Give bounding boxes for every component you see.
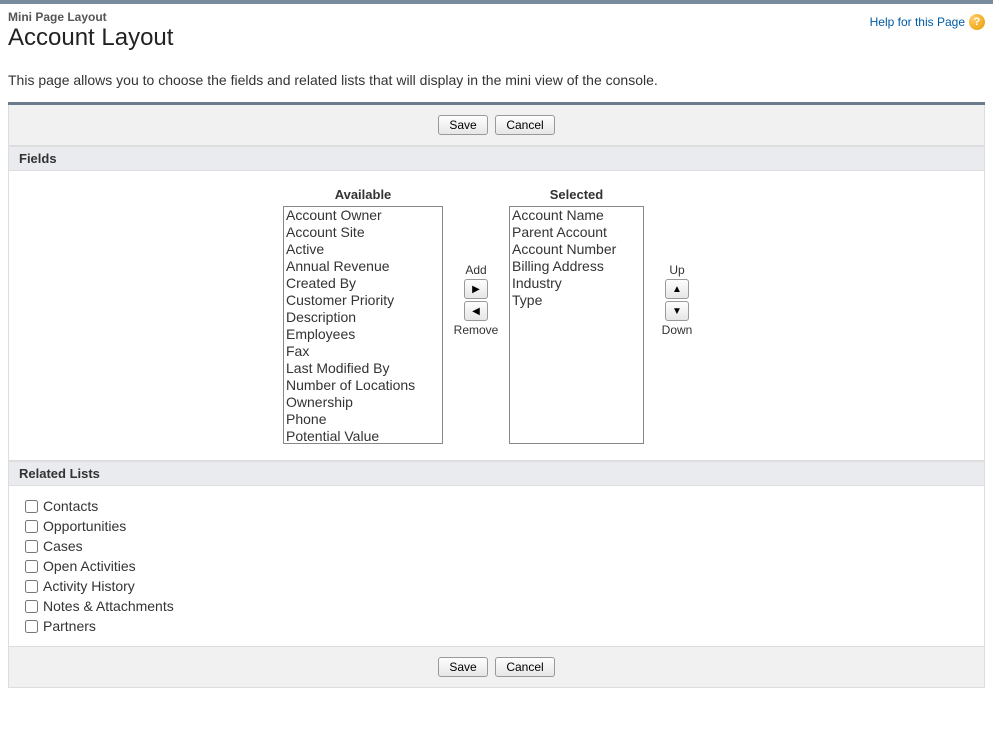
list-item[interactable]: Parent Account [510, 224, 643, 241]
list-item[interactable]: Account Owner [284, 207, 442, 224]
arrow-left-icon: ◀ [472, 306, 480, 317]
list-item[interactable]: Account Name [510, 207, 643, 224]
page-description: This page allows you to choose the field… [8, 72, 985, 88]
related-list-label: Cases [43, 538, 83, 554]
add-remove-controls: Add ▶ ◀ Remove [443, 187, 509, 339]
list-item[interactable]: Annual Revenue [284, 258, 442, 275]
related-list-item: Open Activities [25, 558, 968, 574]
list-item[interactable]: Description [284, 309, 442, 326]
fields-section-body: Available Account OwnerAccount SiteActiv… [8, 171, 985, 461]
add-label: Add [465, 263, 486, 277]
selected-label: Selected [550, 187, 603, 202]
related-list-checkbox[interactable] [25, 520, 38, 533]
selected-listbox[interactable]: Account NameParent AccountAccount Number… [509, 206, 644, 444]
add-button[interactable]: ▶ [464, 279, 488, 299]
related-list-checkbox[interactable] [25, 620, 38, 633]
related-list-label: Open Activities [43, 558, 136, 574]
available-column: Available Account OwnerAccount SiteActiv… [283, 187, 443, 444]
list-item[interactable]: Billing Address [510, 258, 643, 275]
save-button[interactable]: Save [438, 115, 487, 135]
move-down-button[interactable]: ▼ [665, 301, 689, 321]
list-item[interactable]: Account Number [510, 241, 643, 258]
related-list-item: Notes & Attachments [25, 598, 968, 614]
related-list-label: Activity History [43, 578, 135, 594]
help-link-label: Help for this Page [870, 15, 965, 29]
remove-button[interactable]: ◀ [464, 301, 488, 321]
list-item[interactable]: Ownership [284, 394, 442, 411]
related-list-label: Partners [43, 618, 96, 634]
cancel-button-bottom[interactable]: Cancel [495, 657, 554, 677]
list-item[interactable]: Fax [284, 343, 442, 360]
arrow-right-icon: ▶ [472, 284, 480, 295]
list-item[interactable]: Potential Value [284, 428, 442, 444]
available-label: Available [335, 187, 392, 202]
move-up-button[interactable]: ▲ [665, 279, 689, 299]
related-list-item: Opportunities [25, 518, 968, 534]
bottom-button-bar: Save Cancel [8, 647, 985, 688]
related-list-checkbox[interactable] [25, 560, 38, 573]
list-item[interactable]: Industry [510, 275, 643, 292]
related-list-item: Partners [25, 618, 968, 634]
related-list-label: Contacts [43, 498, 98, 514]
selected-column: Selected Account NameParent AccountAccou… [509, 187, 644, 444]
help-for-this-page-link[interactable]: Help for this Page ? [870, 14, 985, 30]
related-list-checkbox[interactable] [25, 600, 38, 613]
available-listbox[interactable]: Account OwnerAccount SiteActiveAnnual Re… [283, 206, 443, 444]
related-list-item: Cases [25, 538, 968, 554]
list-item[interactable]: Account Site [284, 224, 442, 241]
related-list-checkbox[interactable] [25, 580, 38, 593]
page-container: Mini Page Layout Account Layout Help for… [0, 4, 993, 698]
arrow-up-icon: ▲ [672, 284, 682, 295]
related-list-item: Contacts [25, 498, 968, 514]
related-list-checkbox[interactable] [25, 540, 38, 553]
related-lists-section-body: Contacts Opportunities Cases Open Activitie… [8, 486, 985, 647]
related-list-checkbox[interactable] [25, 500, 38, 513]
related-list-label: Opportunities [43, 518, 126, 534]
header-row: Mini Page Layout Account Layout Help for… [8, 10, 985, 64]
list-item[interactable]: Employees [284, 326, 442, 343]
list-item[interactable]: Phone [284, 411, 442, 428]
list-item[interactable]: Last Modified By [284, 360, 442, 377]
list-item[interactable]: Created By [284, 275, 442, 292]
related-list-item: Activity History [25, 578, 968, 594]
up-label: Up [669, 263, 684, 277]
list-item[interactable]: Number of Locations [284, 377, 442, 394]
main-panel: Save Cancel Fields Available Account Own… [8, 102, 985, 688]
list-item[interactable]: Customer Priority [284, 292, 442, 309]
list-item[interactable]: Type [510, 292, 643, 309]
remove-label: Remove [454, 323, 499, 337]
top-button-bar: Save Cancel [8, 105, 985, 146]
breadcrumb: Mini Page Layout [8, 10, 870, 24]
cancel-button[interactable]: Cancel [495, 115, 554, 135]
page-title: Account Layout [8, 24, 870, 52]
dual-list-picker: Available Account OwnerAccount SiteActiv… [29, 187, 964, 444]
up-down-controls: Up ▲ ▼ Down [644, 187, 710, 339]
fields-section-header: Fields [8, 146, 985, 171]
save-button-bottom[interactable]: Save [438, 657, 487, 677]
help-icon: ? [969, 14, 985, 30]
down-label: Down [662, 323, 693, 337]
list-item[interactable]: Active [284, 241, 442, 258]
related-lists-section-header: Related Lists [8, 461, 985, 486]
arrow-down-icon: ▼ [672, 306, 682, 317]
header-left: Mini Page Layout Account Layout [8, 10, 870, 64]
related-list-label: Notes & Attachments [43, 598, 174, 614]
